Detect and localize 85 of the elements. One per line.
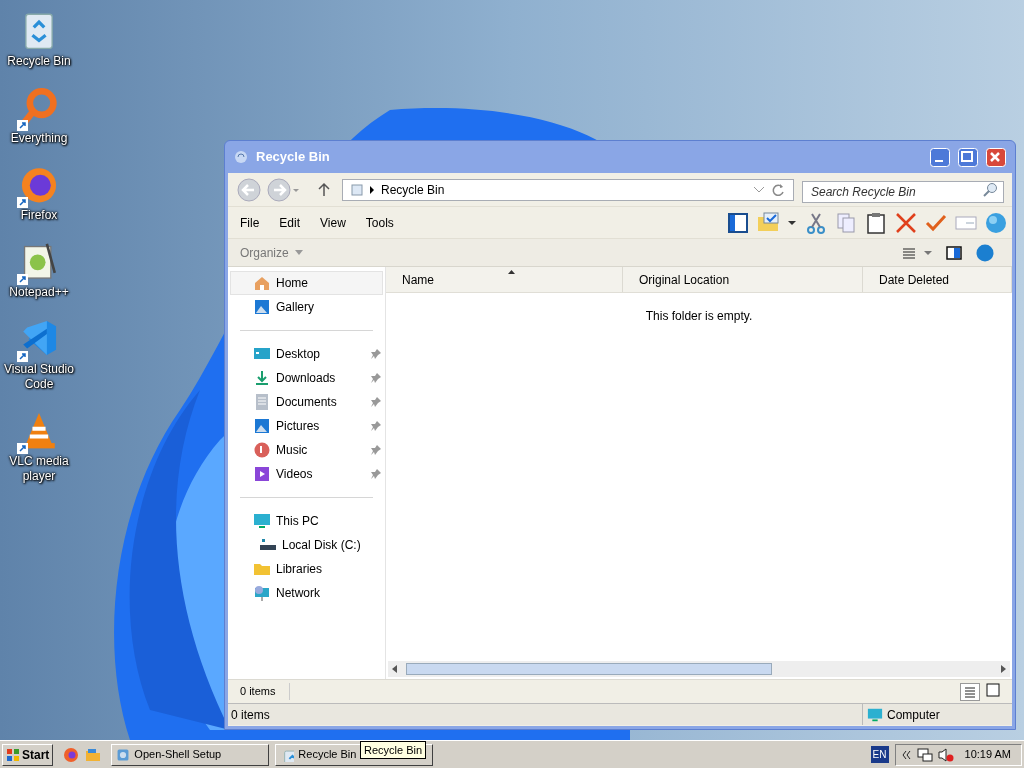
shortcut-arrow-icon	[17, 351, 28, 362]
fox-globe-icon[interactable]	[63, 746, 80, 763]
chevron-left-icon[interactable]	[901, 749, 912, 760]
tooltip: Recycle Bin	[360, 741, 427, 759]
pin-icon	[370, 372, 382, 384]
forward-button[interactable]	[266, 176, 300, 203]
pin-icon	[370, 348, 382, 360]
pane-toggle-button[interactable]	[726, 210, 750, 235]
monitor-icon	[253, 512, 271, 530]
preview-pane-button[interactable]	[946, 245, 962, 260]
language-indicator[interactable]: EN	[870, 746, 889, 763]
monitor-icon	[867, 706, 883, 723]
sort-arrow-icon	[508, 270, 515, 274]
caret-icon	[294, 250, 303, 255]
desktop-shortcut[interactable]: VLC media player	[0, 406, 78, 484]
chevron-down-icon	[753, 185, 765, 194]
breadcrumb-arrow-icon	[369, 185, 375, 194]
scrollbar-thumb[interactable]	[406, 663, 772, 675]
status-location: Computer	[887, 706, 940, 724]
search-icon	[982, 181, 998, 198]
maximize-button[interactable]	[958, 147, 978, 167]
empty-folder-message: This folder is empty.	[645, 308, 753, 325]
horizontal-scrollbar[interactable]	[388, 661, 1010, 677]
menu-item[interactable]: File	[236, 213, 264, 232]
picture-icon	[253, 417, 271, 435]
nav-item[interactable]: Home	[230, 271, 383, 295]
shortcut-arrow-icon	[17, 120, 28, 131]
windows-flag-icon	[6, 747, 20, 762]
desktop-shortcut[interactable]: Firefox	[0, 160, 78, 223]
item-count: 0 items	[240, 683, 291, 700]
shortcut-arrow-icon	[17, 274, 28, 285]
nav-item[interactable]: Desktop	[230, 342, 383, 366]
document-icon	[253, 393, 271, 411]
details-view-button[interactable]	[960, 682, 980, 701]
pin-icon	[370, 444, 382, 456]
nav-item[interactable]: Documents	[230, 390, 383, 414]
large-icons-view-button[interactable]	[986, 682, 1000, 697]
nav-item[interactable]: Downloads	[230, 366, 383, 390]
network-icon	[253, 584, 271, 602]
shortcut-arrow-icon	[17, 443, 28, 454]
close-button[interactable]	[986, 147, 1006, 167]
speaker-muted-icon[interactable]	[937, 746, 954, 763]
nav-item[interactable]: Local Disk (C:)	[230, 533, 383, 557]
setup-icon	[116, 747, 131, 762]
pin-icon	[370, 420, 382, 432]
status-text: 0 items	[230, 706, 271, 724]
menu-item[interactable]: Edit	[275, 213, 305, 232]
nav-item[interactable]: This PC	[230, 509, 383, 533]
nav-item[interactable]: Videos	[230, 462, 383, 486]
taskbar-button[interactable]: Open-Shell Setup	[111, 743, 270, 766]
nav-item[interactable]: Gallery	[230, 295, 383, 319]
desktop-shortcut[interactable]: Everything	[0, 83, 78, 146]
minimize-button[interactable]	[930, 147, 950, 167]
network-icon[interactable]	[916, 746, 933, 763]
start-button[interactable]: Start	[2, 743, 54, 766]
refresh-icon	[771, 182, 785, 197]
pin-icon	[370, 396, 382, 408]
desktop-shortcut[interactable]: Recycle Bin	[0, 6, 78, 69]
column-header[interactable]: Date Deleted	[863, 267, 1012, 292]
column-header[interactable]: Original Location	[623, 267, 863, 292]
view-list-button[interactable]	[902, 245, 932, 260]
clipboard-button[interactable]	[864, 210, 888, 235]
window-title: Recycle Bin	[256, 148, 331, 167]
house-icon	[253, 274, 271, 292]
nav-item[interactable]: Music	[230, 438, 383, 462]
download-icon	[253, 369, 271, 387]
music-note-icon	[253, 441, 271, 459]
folder-icon[interactable]	[85, 746, 102, 763]
video-icon	[253, 465, 271, 483]
pin-icon	[370, 468, 382, 480]
nav-item[interactable]: Network	[230, 581, 383, 605]
back-button[interactable]	[236, 176, 262, 203]
desktop-shortcut[interactable]: Notepad++	[0, 237, 78, 300]
menu-item[interactable]: Tools	[361, 213, 398, 232]
picture-icon	[253, 298, 271, 316]
nav-item[interactable]: Pictures	[230, 414, 383, 438]
address-bar[interactable]: Recycle Bin	[342, 178, 794, 201]
delete-cross-button[interactable]	[894, 210, 918, 235]
search-field[interactable]: Search Recycle Bin	[802, 180, 1004, 203]
organize-button[interactable]: Organize	[240, 243, 303, 262]
nav-item[interactable]: Libraries	[230, 557, 383, 581]
menu-item[interactable]: View	[316, 213, 350, 232]
desktop-shortcut[interactable]: Visual Studio Code	[0, 314, 78, 392]
shortcut-arrow-icon	[17, 197, 28, 208]
address-path: Recycle Bin	[381, 181, 446, 199]
